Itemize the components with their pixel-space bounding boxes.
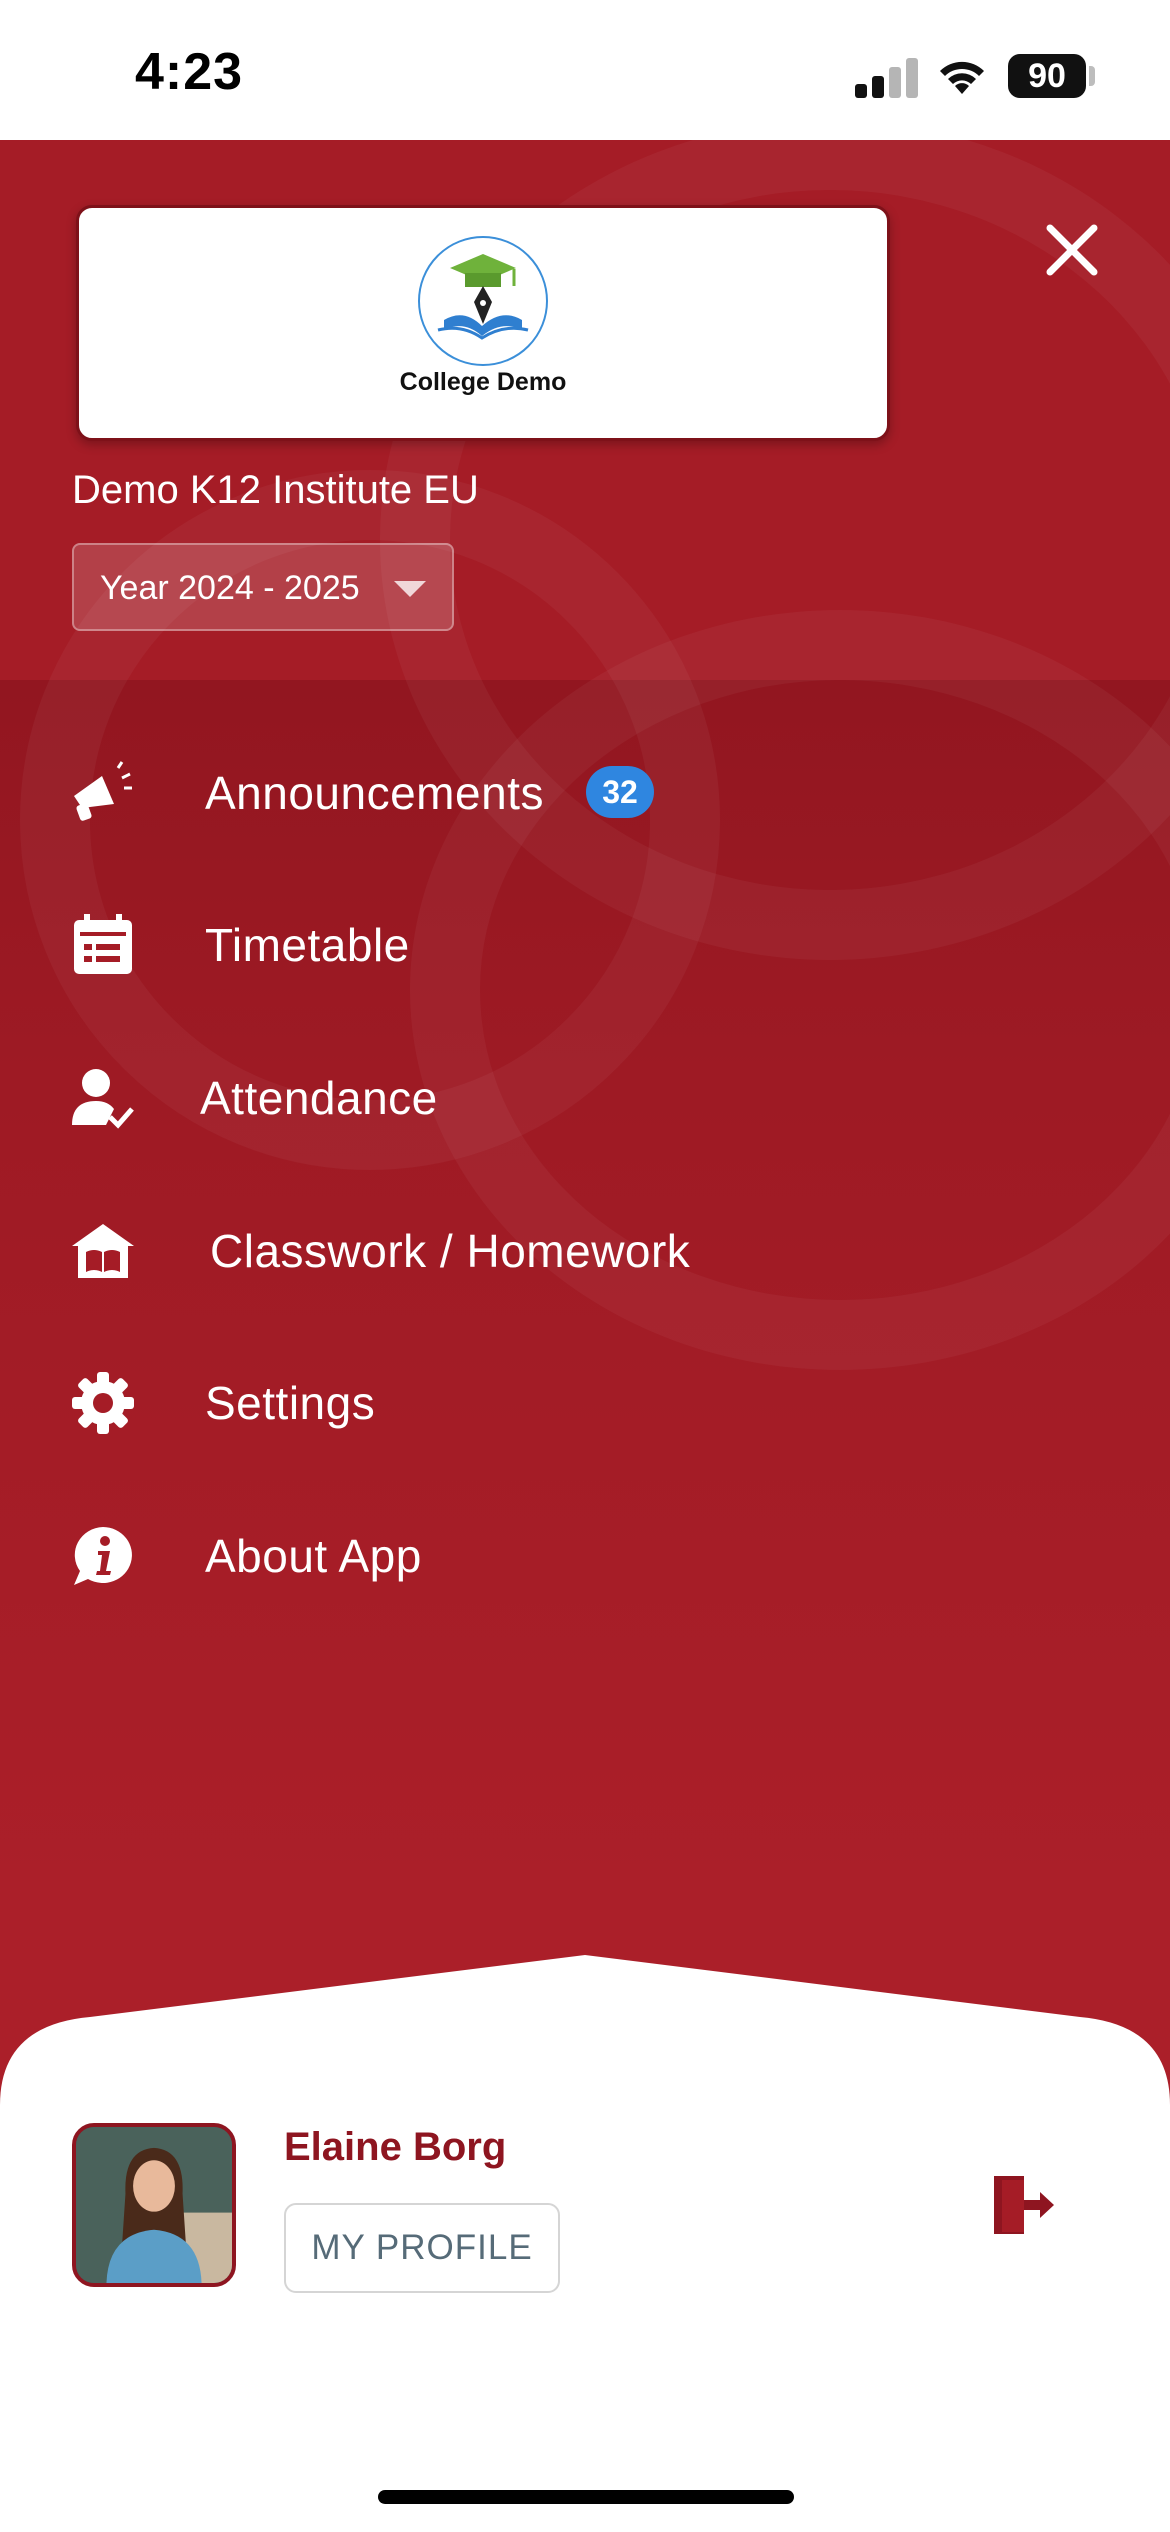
menu-item-settings[interactable]: Settings	[0, 1338, 1170, 1468]
menu-item-classwork-homework[interactable]: Classwork / Homework	[0, 1186, 1170, 1316]
logout-door-icon[interactable]	[988, 2170, 1058, 2240]
menu-label-classwork-homework: Classwork / Homework	[210, 1225, 691, 1277]
home-indicator	[378, 2490, 794, 2504]
wifi-icon	[940, 61, 984, 94]
menu-item-announcements[interactable]: Announcements	[0, 728, 1170, 858]
battery-icon: 90	[1008, 54, 1086, 98]
gear-icon	[72, 1372, 134, 1434]
college-logo	[418, 236, 548, 366]
menu-label-attendance: Attendance	[200, 1072, 438, 1124]
institution-logo-card: College Demo	[76, 205, 890, 441]
academic-year-label: Year 2024 - 2025	[100, 569, 360, 607]
menu-label-settings: Settings	[205, 1377, 376, 1429]
chevron-down-icon	[394, 581, 426, 597]
user-photo	[76, 2127, 232, 2283]
announcements-count-badge: 32	[586, 766, 654, 818]
megaphone-icon	[74, 761, 132, 821]
graduation-cap-pen-icon	[437, 254, 529, 340]
battery-nub	[1089, 66, 1095, 86]
logo-caption: College Demo	[399, 368, 567, 396]
menu-item-timetable[interactable]: Timetable	[0, 880, 1170, 1010]
menu-item-attendance[interactable]: Attendance	[0, 1033, 1170, 1163]
status-bar: 4:23 90	[0, 0, 1170, 140]
status-time: 4:23	[135, 43, 244, 101]
profile-name: Elaine Borg	[284, 2125, 507, 2169]
calendar-icon	[74, 914, 132, 974]
close-icon[interactable]	[1040, 218, 1104, 282]
menu-label-announcements: Announcements	[205, 767, 544, 819]
school-book-icon	[72, 1224, 134, 1278]
person-check-icon	[72, 1069, 134, 1129]
menu-label-timetable: Timetable	[205, 919, 410, 971]
my-profile-button[interactable]: MY PROFILE	[284, 2203, 560, 2293]
institute-name: Demo K12 Institute EU	[72, 468, 479, 512]
menu-item-about-app[interactable]: About App	[0, 1491, 1170, 1621]
menu-label-about-app: About App	[205, 1530, 422, 1582]
academic-year-dropdown[interactable]: Year 2024 - 2025	[72, 543, 454, 631]
cellular-signal-icon	[855, 58, 919, 98]
info-bubble-icon	[74, 1527, 132, 1585]
avatar[interactable]	[72, 2123, 236, 2287]
